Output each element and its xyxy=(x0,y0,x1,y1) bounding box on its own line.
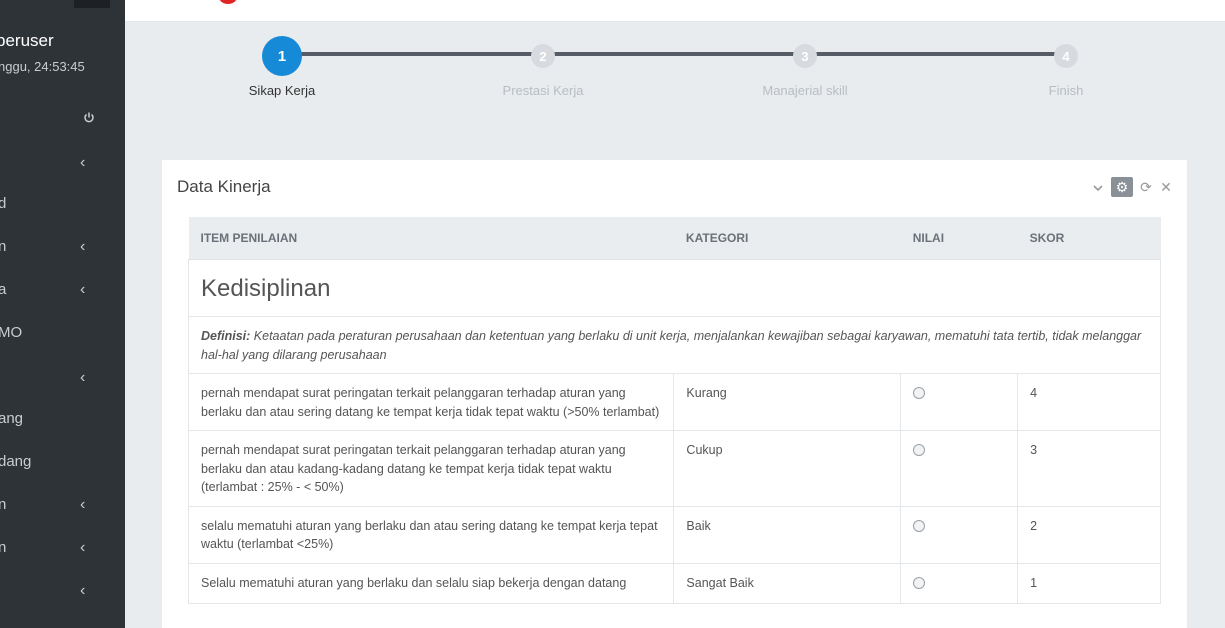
sidebar-item-label: a xyxy=(0,281,7,298)
sidebar-item-label: d xyxy=(0,195,7,212)
sidebar-menu-item[interactable]: d xyxy=(0,191,125,217)
item-penilaian: pernah mendapat surat peringatan terkait… xyxy=(187,373,675,431)
wizard-step-label: Manajerial skill xyxy=(762,83,848,98)
step-number: 4 xyxy=(1054,44,1078,68)
wizard-step-3[interactable]: 3 xyxy=(785,36,825,76)
kategori: Kurang xyxy=(673,373,902,431)
sidebar-menu-item[interactable]: ‹ xyxy=(0,365,125,391)
sidebar-menu-item[interactable]: n ‹ xyxy=(0,535,125,561)
step-number: 1 xyxy=(262,36,302,76)
wizard-step-label: Sikap Kerja xyxy=(248,83,316,98)
definition-text: Ketaatan pada peraturan perusahaan dan k… xyxy=(201,329,1142,362)
wizard-progress-line xyxy=(282,52,1066,56)
table-row: Selalu mematuhi aturan yang berlaku dan … xyxy=(187,562,1161,604)
column-header: SKOR xyxy=(1017,217,1161,260)
nilai-radio[interactable] xyxy=(913,519,926,532)
power-icon[interactable] xyxy=(83,111,95,125)
nilai-cell xyxy=(900,505,1019,564)
table-row: selalu mematuhi aturan yang berlaku dan … xyxy=(187,505,1161,564)
sidebar-item-label: MO xyxy=(0,324,23,341)
skor: 2 xyxy=(1017,505,1161,564)
section-row: Kedisiplinan xyxy=(188,258,1161,317)
nilai-radio[interactable] xyxy=(913,387,926,399)
nilai-radio[interactable] xyxy=(913,444,926,456)
sidebar-item-label: dang xyxy=(0,453,32,470)
data-kinerja-panel: Data Kinerja ⚙ ⟳ ✕ ITEM PENILAIAN KATEGO… xyxy=(162,160,1187,628)
gear-icon[interactable]: ⚙ xyxy=(1111,177,1133,197)
refresh-icon[interactable]: ⟳ xyxy=(1139,179,1153,196)
top-header xyxy=(125,0,1225,22)
sidebar-menu-item[interactable]: n ‹ xyxy=(0,234,125,260)
chevron-down-icon[interactable] xyxy=(1091,179,1105,195)
step-number: 3 xyxy=(793,44,817,68)
notification-badge[interactable] xyxy=(219,0,237,4)
wizard-step-4[interactable]: 4 xyxy=(1046,36,1086,76)
wizard-step-label: Prestasi Kerja xyxy=(502,83,584,98)
section-title: Kedisiplinan xyxy=(188,258,1161,317)
skor: 3 xyxy=(1017,430,1161,507)
item-penilaian: pernah mendapat surat peringatan terkait… xyxy=(187,430,675,507)
kinerja-table: ITEM PENILAIAN KATEGORI NILAI SKOR Kedis… xyxy=(187,217,1161,604)
definition: Definisi: Ketaatan pada peraturan perusa… xyxy=(188,316,1161,374)
sidebar-menu-item[interactable]: dang xyxy=(0,449,125,475)
wizard-step-1[interactable]: 1 xyxy=(262,36,302,76)
nilai-cell xyxy=(900,430,1019,507)
column-header: ITEM PENILAIAN xyxy=(188,217,674,260)
table-row: pernah mendapat surat peringatan terkait… xyxy=(187,373,1161,431)
wizard-step-2[interactable]: 2 xyxy=(523,36,563,76)
column-header: NILAI xyxy=(900,217,1018,260)
wizard-step-label: Finish xyxy=(1048,83,1084,98)
chevron-left-icon: ‹ xyxy=(80,496,86,513)
panel-tools: ⚙ ⟳ ✕ xyxy=(1091,176,1173,198)
table-row: pernah mendapat surat peringatan terkait… xyxy=(187,430,1161,507)
step-number: 2 xyxy=(531,44,555,68)
wizard-steps: 1 2 3 4 Sikap Kerja Prestasi Kerja Manaj… xyxy=(125,22,1225,160)
sidebar-collapse[interactable]: ‹ xyxy=(0,150,125,176)
user-name: peruser xyxy=(0,31,54,50)
item-penilaian: Selalu mematuhi aturan yang berlaku dan … xyxy=(187,562,675,604)
definition-label: Definisi: xyxy=(201,329,251,343)
definition-row: Definisi: Ketaatan pada peraturan perusa… xyxy=(188,316,1161,374)
sidebar-item-label: n xyxy=(0,496,7,513)
sidebar: peruser nggu, 24:53:45 ‹ d n ‹ a ‹ MO ‹ ang dang… xyxy=(0,0,125,628)
sidebar-menu-item[interactable]: a ‹ xyxy=(0,277,125,303)
sidebar-item-label: ang xyxy=(0,410,24,427)
chevron-left-icon: ‹ xyxy=(80,369,86,386)
nilai-cell xyxy=(900,373,1019,431)
kategori: Baik xyxy=(673,505,902,564)
item-penilaian: selalu mematuhi aturan yang berlaku dan … xyxy=(187,505,675,564)
kategori: Cukup xyxy=(673,430,902,507)
chevron-left-icon: ‹ xyxy=(80,582,86,599)
chevron-left-icon: ‹ xyxy=(80,539,86,556)
nilai-radio[interactable] xyxy=(913,576,926,589)
chevron-left-icon: ‹ xyxy=(80,238,86,255)
user-datetime: nggu, 24:53:45 xyxy=(0,59,85,74)
nilai-cell xyxy=(900,562,1019,604)
panel-title: Data Kinerja xyxy=(177,177,271,196)
chevron-left-icon: ‹ xyxy=(80,281,86,298)
sidebar-toggle-button[interactable] xyxy=(74,0,110,8)
sidebar-menu-item[interactable]: MO xyxy=(0,320,125,346)
skor: 4 xyxy=(1017,373,1161,431)
sidebar-item-label: n xyxy=(0,539,7,556)
sidebar-menu-item[interactable]: ‹ xyxy=(0,578,125,604)
sidebar-menu-item[interactable]: n ‹ xyxy=(0,492,125,518)
skor: 1 xyxy=(1017,562,1161,604)
close-icon[interactable]: ✕ xyxy=(1159,179,1173,196)
sidebar-item-label: n xyxy=(0,238,7,255)
table-header-row: ITEM PENILAIAN KATEGORI NILAI SKOR xyxy=(188,217,1161,260)
sidebar-menu-item[interactable]: ang xyxy=(0,406,125,432)
column-header: KATEGORI xyxy=(673,217,901,260)
chevron-left-icon: ‹ xyxy=(80,154,86,171)
kategori: Sangat Baik xyxy=(673,562,902,604)
